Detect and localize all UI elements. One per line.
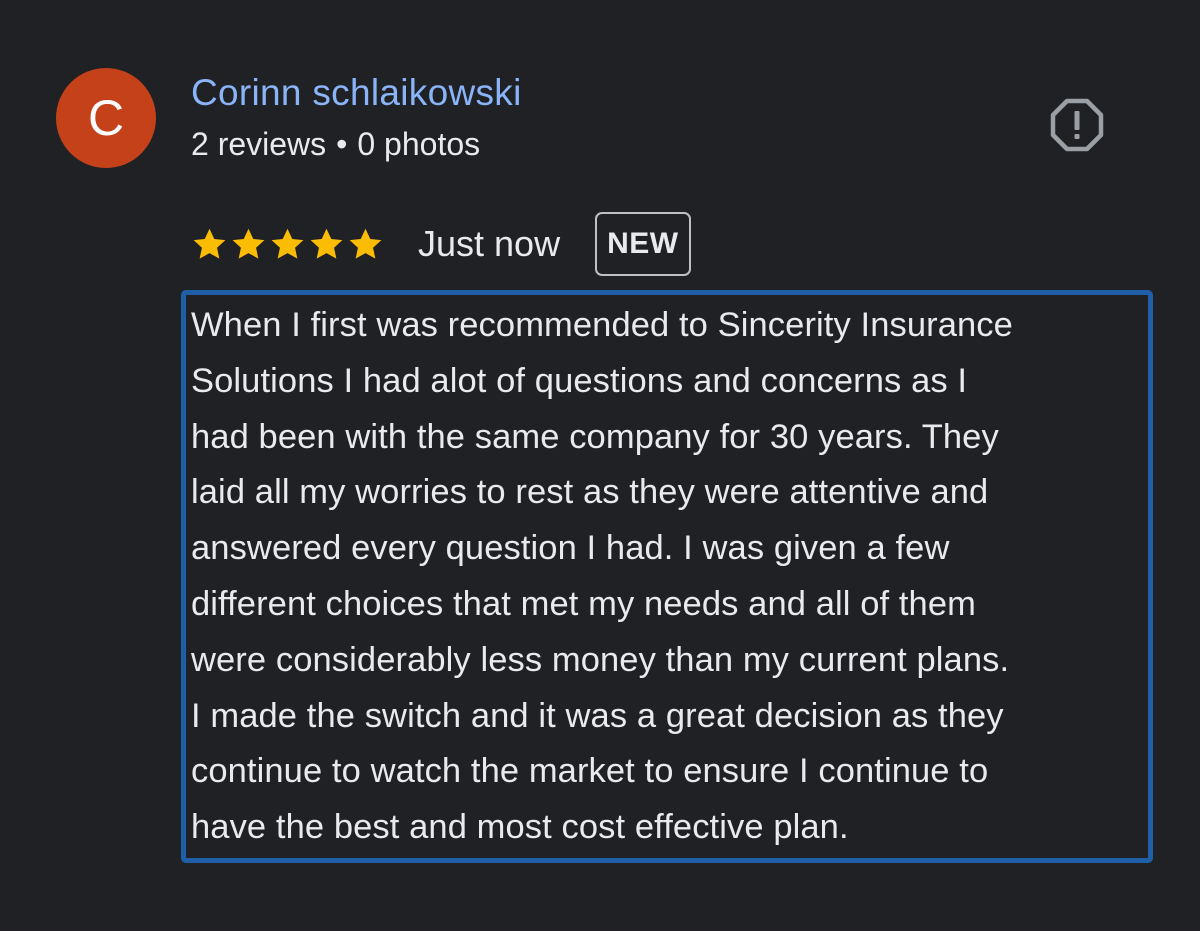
review-text: When I first was recommended to Sincerit…: [191, 298, 1151, 856]
review-line: different choices that met my needs and …: [191, 584, 976, 623]
avatar-initial: C: [87, 90, 125, 146]
review-line: When I first was recommended to Sincerit…: [191, 306, 1013, 344]
review-line: were considerably less money than my cur…: [191, 640, 1010, 679]
rating-row: Just now NEW: [191, 210, 691, 278]
photo-count: 0 photos: [357, 126, 481, 162]
report-octagon-icon: [1050, 98, 1104, 152]
star-icon: [232, 228, 265, 259]
review-time: Just now: [418, 223, 561, 264]
review-line: I made the switch and it was a great dec…: [191, 696, 1004, 735]
star-icon: [349, 228, 382, 259]
review-card: C Corinn schlaikowski 2 reviews • 0 photos…: [0, 0, 1200, 931]
review-line: continue to watch the market to ensure I…: [191, 752, 989, 791]
star-icon: [271, 228, 304, 259]
new-badge: NEW: [595, 212, 691, 276]
review-line: laid all my worries to rest as they were…: [191, 473, 989, 512]
star-icon: [193, 228, 226, 259]
author-stats: 2 reviews • 0 photos: [191, 126, 480, 163]
avatar[interactable]: C: [56, 68, 156, 168]
star-rating: [191, 226, 384, 263]
review-line: have the best and most cost effective pl…: [191, 808, 849, 847]
report-button[interactable]: [1050, 98, 1104, 152]
review-count: 2 reviews: [191, 126, 327, 162]
review-line: answered every question I had. I was giv…: [191, 529, 950, 568]
star-icon: [310, 228, 343, 259]
author-name[interactable]: Corinn schlaikowski: [191, 72, 522, 114]
review-line: had been with the same company for 30 ye…: [191, 417, 999, 456]
separator: •: [336, 126, 348, 162]
review-line: Solutions I had alot of questions and co…: [191, 361, 968, 400]
